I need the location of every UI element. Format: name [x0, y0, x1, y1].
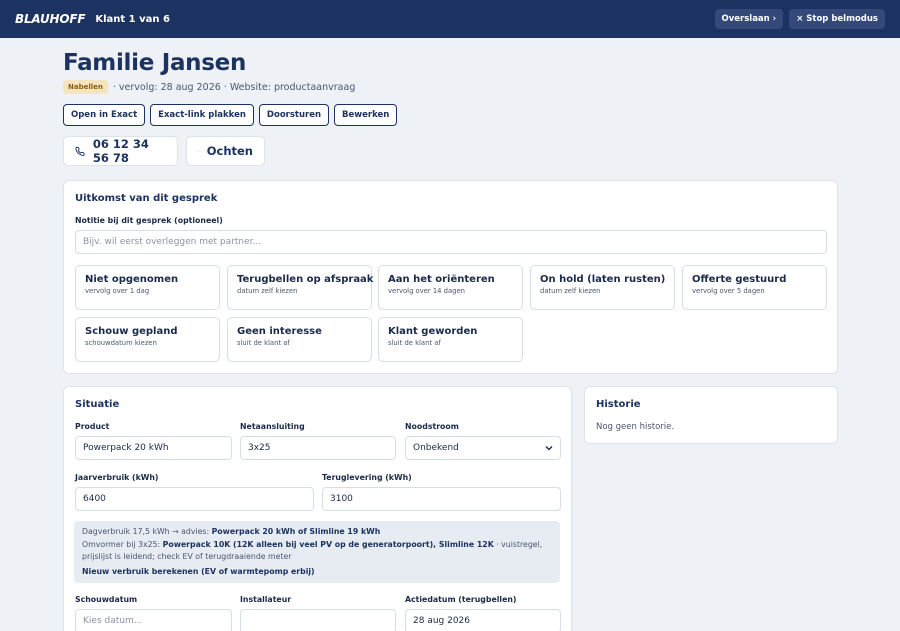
- outcome-option-title: Schouw gepland: [85, 326, 178, 337]
- product-label: Product: [75, 422, 110, 431]
- outcome-option-sub: vervolg over 14 dagen: [388, 287, 465, 295]
- product-field[interactable]: Powerpack 20 kWh: [75, 436, 232, 460]
- survey-date-field[interactable]: Kies datum...: [75, 609, 232, 631]
- annual-usage-label: Jaarverbruik (kWh): [75, 473, 159, 482]
- note-label: Notitie bij dit gesprek (optioneel): [75, 216, 223, 225]
- phone-pill[interactable]: 06 12 34 56 78: [63, 136, 178, 166]
- outcome-option-title: Offerte gestuurd: [692, 274, 787, 285]
- outcome-card: Uitkomst van dit gesprek Notitie bij dit…: [63, 180, 838, 374]
- recalculate-usage-link[interactable]: Nieuw verbruik berekenen (EV of warmtepo…: [82, 566, 552, 579]
- status-badge: Nabellen: [63, 80, 108, 94]
- outcome-option-sub: schouwdatum kiezen: [85, 339, 157, 347]
- outcome-on-hold[interactable]: On hold (laten rusten) datum zelf kiezen: [530, 265, 675, 310]
- outcome-option-sub: datum zelf kiezen: [237, 287, 298, 295]
- advice-box: Dagverbruik 17,5 kWh → advies: Powerpack…: [74, 521, 560, 583]
- outcome-survey-planned[interactable]: Schouw gepland schouwdatum kiezen: [75, 317, 220, 362]
- skip-button[interactable]: Overslaan ›: [714, 9, 784, 29]
- edit-button[interactable]: Bewerken: [334, 104, 398, 126]
- outcome-option-title: Terugbellen op afspraak: [237, 274, 374, 285]
- action-date-label: Actiedatum (terugbellen): [405, 595, 517, 604]
- outcome-option-title: Aan het oriënteren: [388, 274, 495, 285]
- advice-inverter: Powerpack 10K (12K alleen bij veel PV op…: [162, 539, 494, 549]
- survey-date-label: Schouwdatum: [75, 595, 138, 604]
- advice-recommendation: Powerpack 20 kWh of Slimline 19 kWh: [211, 527, 381, 536]
- outcome-option-title: On hold (laten rusten): [540, 274, 666, 285]
- installer-field[interactable]: [240, 609, 396, 631]
- daypart-value: Ochten: [206, 144, 253, 158]
- grid-connection-field[interactable]: 3x25: [240, 436, 396, 460]
- daypart-pill: Ochten: [186, 136, 265, 166]
- backup-power-label: Noodstroom: [405, 422, 459, 431]
- customer-subline: Nabellen · vervolg: 28 aug 2026 · Websit…: [63, 80, 355, 94]
- advice-line-1-text: Dagverbruik 17,5 kWh → advies:: [82, 527, 212, 536]
- outcome-option-sub: vervolg over 1 dag: [85, 287, 150, 295]
- outcome-became-customer[interactable]: Klant geworden sluit de klant af: [378, 317, 523, 362]
- queue-position: Klant 1 van 6: [95, 13, 170, 25]
- annual-usage-value: 6400: [83, 494, 106, 504]
- note-placeholder: Bijv. wil eerst overleggen met partner..…: [83, 237, 262, 247]
- phone-icon: [75, 146, 85, 156]
- outcome-option-sub: sluit de klant af: [388, 339, 441, 347]
- paste-exact-link-button[interactable]: Exact-link plakken: [150, 104, 254, 126]
- history-title: Historie: [596, 399, 641, 410]
- situation-title: Situatie: [75, 399, 120, 410]
- feed-in-label: Teruglevering (kWh): [322, 473, 412, 482]
- phone-number: 06 12 34 56 78: [92, 137, 149, 165]
- outcome-option-title: Niet opgenomen: [85, 274, 179, 285]
- feed-in-field[interactable]: 3100: [322, 487, 561, 511]
- stop-call-mode-button[interactable]: × Stop belmodus: [789, 9, 885, 29]
- action-date-value: 28 aug 2026: [413, 616, 471, 626]
- annual-usage-field[interactable]: 6400: [75, 487, 314, 511]
- outcome-option-sub: vervolg over 5 dagen: [692, 287, 765, 295]
- advice-line-1: Dagverbruik 17,5 kWh → advies: Powerpack…: [82, 526, 552, 539]
- open-in-exact-button[interactable]: Open in Exact: [63, 104, 146, 126]
- top-bar: BLAUHOFF Klant 1 van 6 Overslaan › × Sto…: [0, 0, 900, 38]
- history-card: Historie Nog geen historie.: [584, 386, 838, 444]
- customer-header: Familie Jansen Nabellen · vervolg: 28 au…: [63, 50, 355, 94]
- outcome-not-answered[interactable]: Niet opgenomen vervolg over 1 dag: [75, 265, 220, 310]
- outcome-quote-sent[interactable]: Offerte gestuurd vervolg over 5 dagen: [682, 265, 827, 310]
- grid-connection-value: 3x25: [248, 443, 271, 453]
- installer-label: Installateur: [240, 595, 292, 604]
- location-pin-icon: [198, 150, 199, 152]
- advice-line-2: Omvormer bij 3x25: Powerpack 10K (12K al…: [82, 539, 552, 564]
- outcome-orienting[interactable]: Aan het oriënteren vervolg over 14 dagen: [378, 265, 523, 310]
- customer-actions: Open in Exact Exact-link plakken Doorstu…: [63, 104, 398, 126]
- situation-card: Situatie Product Powerpack 20 kWh Netaan…: [63, 386, 572, 631]
- outcome-callback-appointment[interactable]: Terugbellen op afspraak datum zelf kieze…: [227, 265, 374, 310]
- note-input[interactable]: Bijv. wil eerst overleggen met partner..…: [75, 230, 827, 254]
- history-empty-text: Nog geen historie.: [596, 422, 675, 432]
- top-bar-actions: Overslaan › × Stop belmodus: [714, 9, 885, 29]
- outcome-option-title: Geen interesse: [237, 326, 322, 337]
- action-date-field[interactable]: 28 aug 2026: [405, 609, 561, 631]
- forward-button[interactable]: Doorsturen: [258, 104, 330, 126]
- customer-name: Familie Jansen: [63, 50, 247, 76]
- product-value: Powerpack 20 kWh: [83, 443, 169, 453]
- advice-line-2-text: Omvormer bij 3x25:: [82, 539, 163, 549]
- chevron-down-icon: [545, 446, 553, 451]
- customer-meta: · vervolg: 28 aug 2026 · Website: produc…: [112, 81, 356, 93]
- outcome-title: Uitkomst van dit gesprek: [75, 193, 218, 204]
- backup-power-select[interactable]: Onbekend: [405, 436, 561, 460]
- outcome-option-sub: sluit de klant af: [237, 339, 290, 347]
- grid-connection-label: Netaansluiting: [240, 422, 305, 431]
- survey-date-placeholder: Kies datum...: [83, 616, 143, 626]
- backup-power-value: Onbekend: [413, 443, 459, 453]
- brand-logo: BLAUHOFF: [15, 12, 86, 26]
- outcome-option-sub: datum zelf kiezen: [540, 287, 601, 295]
- feed-in-value: 3100: [330, 494, 353, 504]
- outcome-option-title: Klant geworden: [388, 326, 478, 337]
- outcome-no-interest[interactable]: Geen interesse sluit de klant af: [227, 317, 372, 362]
